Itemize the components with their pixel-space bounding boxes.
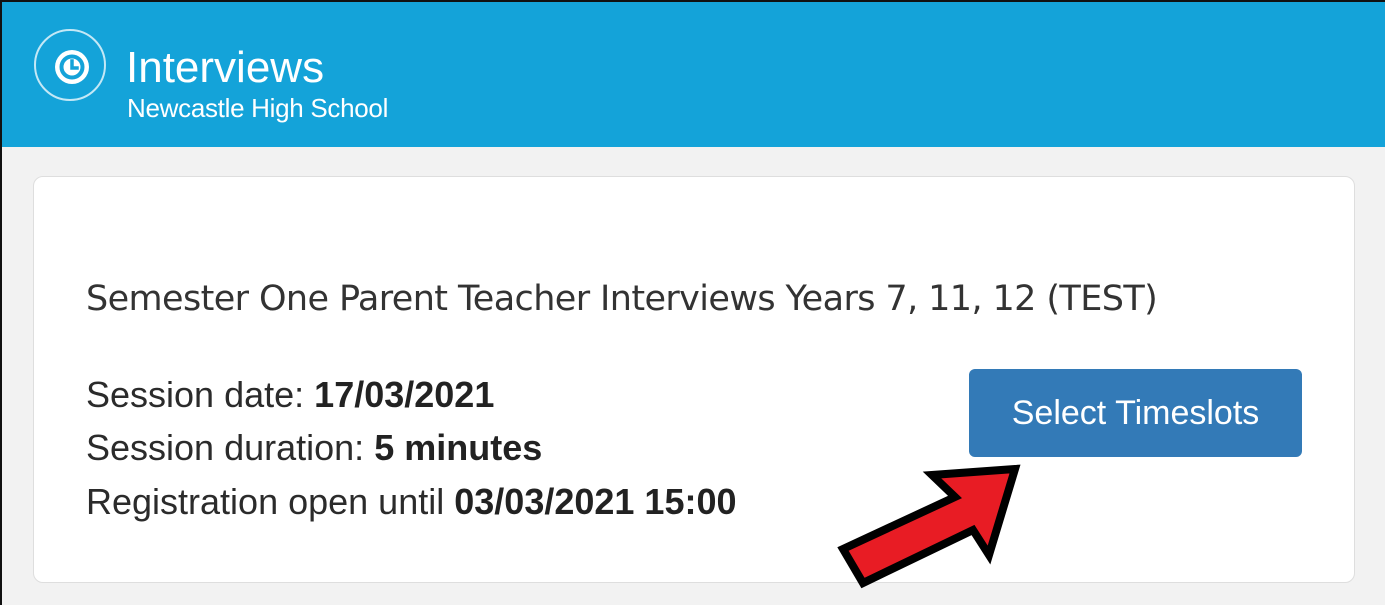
session-card: Semester One Parent Teacher Interviews Y… (33, 176, 1355, 583)
clock-icon (55, 50, 89, 84)
session-duration-line: Session duration: 5 minutes (86, 426, 542, 470)
app-logo[interactable] (34, 29, 106, 101)
session-date-label: Session date: (86, 374, 305, 415)
registration-label: Registration open until (86, 481, 445, 522)
school-name: Newcastle High School (127, 93, 389, 123)
registration-line: Registration open until 03/03/2021 15:00 (86, 480, 737, 524)
app-title[interactable]: Interviews (126, 44, 324, 92)
session-duration-label: Session duration: (86, 427, 365, 468)
select-timeslots-button[interactable]: Select Timeslots (969, 369, 1302, 457)
red-arrow-icon (837, 464, 1021, 589)
session-title: Semester One Parent Teacher Interviews Y… (86, 279, 1158, 319)
session-date-value: 17/03/2021 (314, 374, 495, 415)
session-date-line: Session date: 17/03/2021 (86, 373, 494, 417)
registration-value: 03/03/2021 15:00 (454, 481, 737, 522)
session-duration-value: 5 minutes (374, 427, 543, 468)
app-header: Interviews Newcastle High School (0, 0, 1385, 147)
